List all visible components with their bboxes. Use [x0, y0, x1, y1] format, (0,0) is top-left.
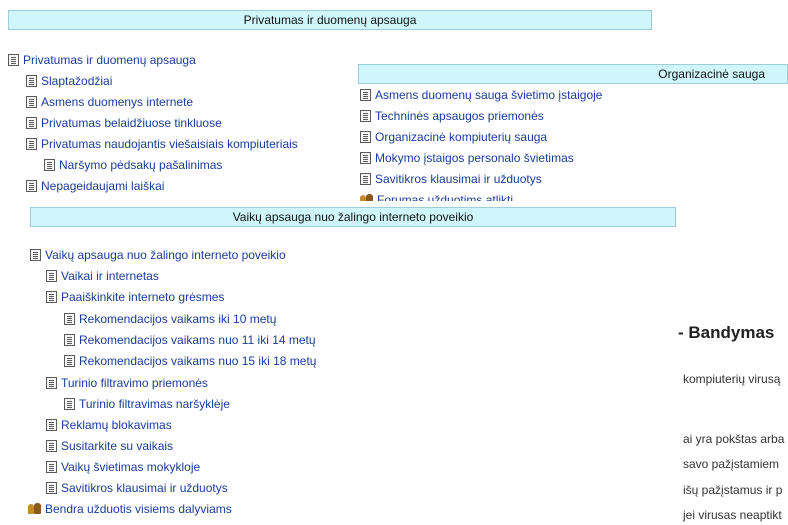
- child-item[interactable]: Bendra užduotis visiems dalyviams: [28, 501, 232, 517]
- privacy-item[interactable]: Naršymo pėdsakų pašalinimas: [44, 157, 222, 173]
- org-item[interactable]: Mokymo įstaigos personalo švietimas: [360, 150, 574, 166]
- child-item-label: Turinio filtravimas naršyklėje: [79, 397, 230, 411]
- document-icon: [26, 96, 37, 108]
- document-icon: [360, 110, 371, 122]
- org-item-label: Savitikros klausimai ir užduotys: [375, 172, 542, 186]
- document-icon: [360, 131, 371, 143]
- document-icon: [46, 461, 57, 473]
- org-item-label: Techninės apsaugos priemonės: [375, 109, 544, 123]
- document-icon: [64, 355, 75, 367]
- child-item-label: Rekomendacijos vaikams nuo 11 iki 14 met…: [79, 333, 316, 347]
- document-icon: [46, 419, 57, 431]
- document-icon: [30, 249, 41, 261]
- document-icon: [64, 398, 75, 410]
- org-item-label: Asmens duomenų sauga švietimo įstaigoje: [375, 88, 603, 102]
- child-item-label: Rekomendacijos vaikams nuo 15 iki 18 met…: [79, 354, 317, 368]
- privacy-item-label: Nepageidaujami laiškai: [41, 179, 165, 193]
- child-item-label: Susitarkite su vaikais: [61, 439, 174, 453]
- child-item[interactable]: Rekomendacijos vaikams nuo 15 iki 18 met…: [64, 353, 316, 369]
- privacy-item-label: Privatumas belaidžiuose tinkluose: [41, 116, 222, 130]
- child-item-label: Vaikų apsauga nuo žalingo interneto pove…: [45, 248, 286, 262]
- forum-icon: [28, 503, 41, 515]
- child-item-label: Vaikų švietimas mokykloje: [61, 460, 201, 474]
- child-item[interactable]: Susitarkite su vaikais: [46, 438, 173, 454]
- org-item[interactable]: Organizacinė kompiuterių sauga: [360, 129, 547, 145]
- privacy-item[interactable]: Asmens duomenys internete: [26, 94, 193, 110]
- privacy-item[interactable]: Privatumas ir duomenų apsauga: [8, 52, 196, 68]
- org-item[interactable]: Asmens duomenų sauga švietimo įstaigoje: [360, 87, 602, 103]
- child-protection-panel: Vaikų apsauga nuo žalingo interneto pove…: [16, 201, 676, 525]
- document-icon: [46, 440, 57, 452]
- background-line: kompiuterių virusą: [683, 372, 781, 386]
- document-icon: [26, 75, 37, 87]
- org-item[interactable]: Techninės apsaugos priemonės: [360, 108, 544, 124]
- document-icon: [46, 377, 57, 389]
- document-icon: [26, 180, 37, 192]
- child-protection-panel-header: Vaikų apsauga nuo žalingo interneto pove…: [30, 207, 676, 227]
- child-item[interactable]: Reklamų blokavimas: [46, 417, 172, 433]
- child-item[interactable]: Rekomendacijos vaikams nuo 11 iki 14 met…: [64, 332, 316, 348]
- child-item-label: Savitikros klausimai ir užduotys: [61, 481, 228, 495]
- child-item-label: Vaikai ir internetas: [61, 269, 159, 283]
- document-icon: [44, 159, 55, 171]
- child-item-label: Paaiškinkite interneto grėsmes: [61, 290, 225, 304]
- child-item[interactable]: Turinio filtravimo priemonės: [46, 375, 208, 391]
- document-icon: [64, 313, 75, 325]
- org-item-label: Organizacinė kompiuterių sauga: [375, 130, 548, 144]
- child-item[interactable]: Savitikros klausimai ir užduotys: [46, 480, 228, 496]
- child-item-label: Reklamų blokavimas: [61, 418, 172, 432]
- privacy-item-label: Privatumas naudojantis viešaisiais kompi…: [41, 137, 298, 151]
- document-icon: [360, 173, 371, 185]
- child-item-label: Rekomendacijos vaikams iki 10 metų: [79, 312, 277, 326]
- background-line: jei virusas neaptikt: [683, 508, 782, 522]
- document-icon: [360, 89, 371, 101]
- document-icon: [26, 138, 37, 150]
- background-line: savo pažįstamiem: [683, 457, 780, 471]
- org-item-label: Mokymo įstaigos personalo švietimas: [375, 151, 574, 165]
- background-page-title: - Bandymas: [678, 323, 775, 342]
- document-icon: [46, 291, 57, 303]
- child-item[interactable]: Vaikų apsauga nuo žalingo interneto pove…: [30, 247, 286, 263]
- privacy-item[interactable]: Privatumas belaidžiuose tinkluose: [26, 115, 222, 131]
- org-item[interactable]: Savitikros klausimai ir užduotys: [360, 171, 542, 187]
- child-item[interactable]: Rekomendacijos vaikams iki 10 metų: [64, 311, 276, 327]
- document-icon: [8, 54, 19, 66]
- privacy-item[interactable]: Privatumas naudojantis viešaisiais kompi…: [26, 136, 298, 152]
- child-item[interactable]: Paaiškinkite interneto grėsmes: [46, 289, 224, 305]
- child-item[interactable]: Vaikų švietimas mokykloje: [46, 459, 200, 475]
- privacy-panel-header: Privatumas ir duomenų apsauga: [8, 10, 652, 30]
- privacy-item-label: Naršymo pėdsakų pašalinimas: [59, 158, 223, 172]
- child-item[interactable]: Turinio filtravimas naršyklėje: [64, 396, 230, 412]
- privacy-item-label: Asmens duomenys internete: [41, 95, 194, 109]
- background-line: ai yra pokštas arba: [683, 432, 785, 446]
- child-item[interactable]: Vaikai ir internetas: [46, 268, 159, 284]
- org-security-panel-header: Organizacinė sauga: [358, 64, 788, 84]
- privacy-item[interactable]: Nepageidaujami laiškai: [26, 178, 164, 194]
- document-icon: [46, 482, 57, 494]
- child-item-label: Bendra užduotis visiems dalyviams: [45, 502, 232, 516]
- privacy-item-label: Privatumas ir duomenų apsauga: [23, 53, 196, 67]
- document-icon: [64, 334, 75, 346]
- privacy-item[interactable]: Slaptažodžiai: [26, 73, 112, 89]
- background-line: išų pažįstamus ir p: [683, 483, 783, 497]
- child-item-label: Turinio filtravimo priemonės: [61, 376, 208, 390]
- document-icon: [46, 270, 57, 282]
- privacy-item-label: Slaptažodžiai: [41, 74, 113, 88]
- org-security-panel: Organizacinė sauga Asmens duomenų sauga …: [358, 64, 788, 202]
- document-icon: [360, 152, 371, 164]
- document-icon: [26, 117, 37, 129]
